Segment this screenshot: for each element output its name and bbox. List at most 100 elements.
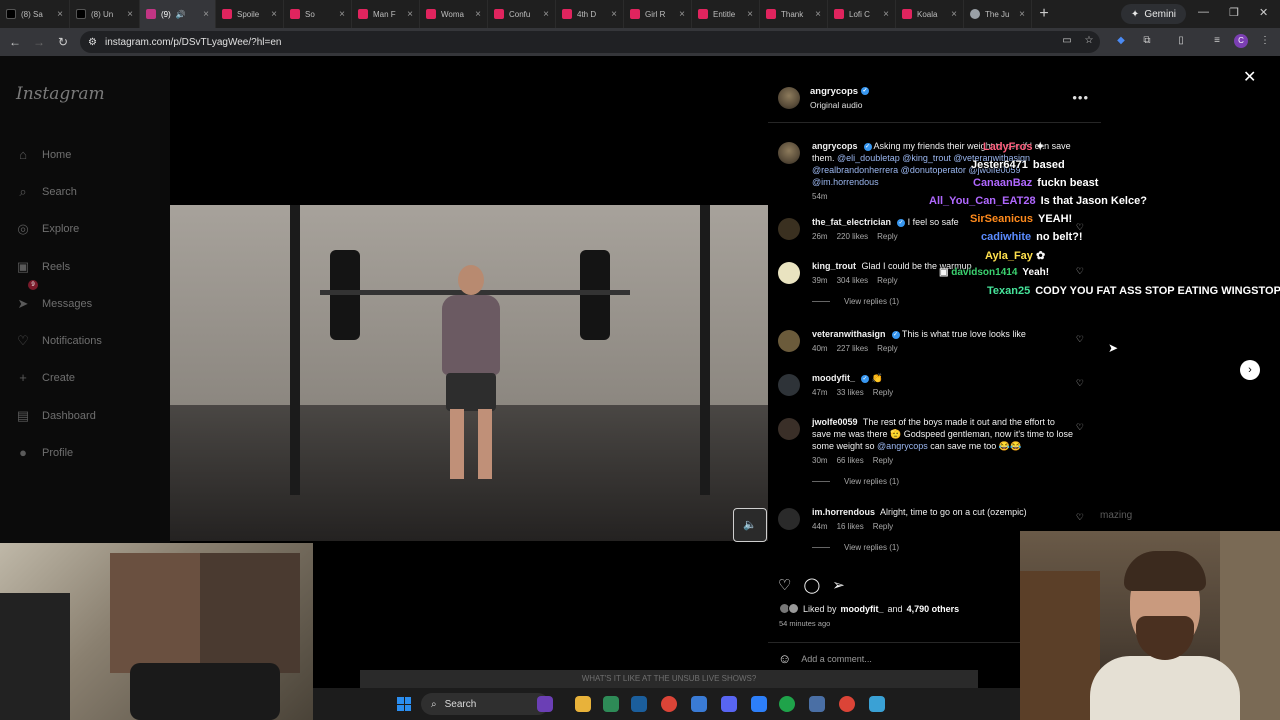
avatar[interactable]: [778, 262, 800, 284]
emoji-icon[interactable]: ☺: [778, 651, 791, 666]
reply-button[interactable]: Reply: [877, 344, 897, 353]
comment-likes[interactable]: 66 likes: [837, 456, 864, 465]
reply-button[interactable]: Reply: [873, 522, 893, 531]
chrome-icon[interactable]: [839, 696, 855, 712]
steam-icon[interactable]: [631, 696, 647, 712]
browser-tab[interactable]: Confu ×: [488, 0, 556, 28]
browser-tab[interactable]: (8) Sa ×: [0, 0, 70, 28]
browser-tab[interactable]: 4th D ×: [556, 0, 624, 28]
browser-tab-active[interactable]: (9) 🔊 ×: [140, 0, 216, 28]
avatar[interactable]: [778, 508, 800, 530]
avatar[interactable]: [778, 418, 800, 440]
comment-username[interactable]: moodyfit_: [812, 373, 855, 383]
comment-likes[interactable]: 16 likes: [837, 522, 864, 531]
liked-by-others[interactable]: 4,790 others: [907, 604, 960, 614]
liked-by-user[interactable]: moodyfit_: [841, 604, 884, 614]
address-bar[interactable]: ⚙ instagram.com/p/DSvTLyagWee/?hl=en: [80, 31, 1100, 53]
comment-mention[interactable]: @angrycops: [877, 441, 928, 451]
back-icon[interactable]: ←: [3, 35, 27, 49]
extensions-puzzle-icon[interactable]: ⧉: [1140, 35, 1154, 49]
avatar[interactable]: [778, 330, 800, 352]
app-icon[interactable]: [809, 696, 825, 712]
nav-item-explore[interactable]: ◎ Explore: [16, 211, 102, 248]
close-tab-icon[interactable]: ×: [407, 9, 413, 20]
reply-button[interactable]: Reply: [873, 388, 893, 397]
chrome-icon[interactable]: [661, 696, 677, 712]
comment-likes[interactable]: 33 likes: [837, 388, 864, 397]
reply-button[interactable]: Reply: [873, 456, 893, 465]
close-tab-icon[interactable]: ×: [127, 9, 133, 20]
comment-icon[interactable]: ◯: [803, 576, 820, 594]
nav-item-notifications[interactable]: ♡ Notifications: [16, 322, 102, 359]
like-comment-icon[interactable]: ♡: [1076, 422, 1084, 433]
maximize-icon[interactable]: ❐: [1229, 6, 1239, 19]
view-replies-label[interactable]: View replies (1): [844, 543, 899, 552]
close-tab-icon[interactable]: ×: [611, 9, 617, 20]
avatar[interactable]: [778, 218, 800, 240]
close-tab-icon[interactable]: ×: [815, 9, 821, 20]
close-tab-icon[interactable]: ×: [203, 9, 209, 20]
window-close-icon[interactable]: ✕: [1259, 6, 1268, 19]
browser-tab[interactable]: Man F ×: [352, 0, 420, 28]
install-app-icon[interactable]: ▭: [1060, 35, 1074, 49]
comment-likes[interactable]: 220 likes: [837, 232, 869, 241]
audio-playing-icon[interactable]: 🔊: [176, 10, 186, 19]
close-tab-icon[interactable]: ×: [1019, 9, 1025, 20]
volume-icon[interactable]: 🔈: [733, 508, 767, 542]
avatar[interactable]: [778, 142, 800, 164]
like-comment-icon[interactable]: ♡: [1076, 266, 1084, 277]
browser-tab[interactable]: The Ju ×: [964, 0, 1032, 28]
close-tab-icon[interactable]: ×: [271, 9, 277, 20]
comment-username[interactable]: king_trout: [812, 261, 856, 271]
comment-likes[interactable]: 304 likes: [837, 276, 869, 285]
post-author-name[interactable]: angrycops: [810, 86, 858, 97]
forward-icon[interactable]: →: [27, 35, 51, 49]
file-explorer-icon[interactable]: [575, 696, 591, 712]
browser-tab[interactable]: Thank ×: [760, 0, 828, 28]
close-tab-icon[interactable]: ×: [679, 9, 685, 20]
windows-start-icon[interactable]: [397, 697, 411, 711]
view-replies-button[interactable]: View replies (1): [812, 477, 1096, 486]
gemini-button[interactable]: ✦ Gemini: [1120, 4, 1186, 24]
close-tab-icon[interactable]: ×: [883, 9, 889, 20]
browser-tab[interactable]: Entitle ×: [692, 0, 760, 28]
close-tab-icon[interactable]: ×: [339, 9, 345, 20]
comment-input[interactable]: Add a comment...: [801, 654, 872, 664]
likes-summary[interactable]: Liked by moodyfit_ and 4,790 others: [779, 603, 959, 614]
app-icon[interactable]: [869, 696, 885, 712]
audio-label[interactable]: Original audio: [810, 100, 869, 110]
share-icon[interactable]: ➢: [832, 576, 845, 594]
close-tab-icon[interactable]: ×: [747, 9, 753, 20]
like-comment-icon[interactable]: ♡: [1076, 378, 1084, 389]
nav-item-profile[interactable]: ● Profile: [16, 434, 102, 471]
like-comment-icon[interactable]: ♡: [1076, 334, 1084, 345]
chrome-icon[interactable]: [779, 696, 795, 712]
browser-tab[interactable]: (8) Un ×: [70, 0, 140, 28]
next-post-icon[interactable]: ›: [1240, 360, 1260, 380]
video-frame[interactable]: [170, 205, 768, 541]
site-info-icon[interactable]: ⚙: [88, 37, 97, 48]
comment-username[interactable]: veteranwithasign: [812, 329, 886, 339]
app-icon[interactable]: [603, 696, 619, 712]
close-tab-icon[interactable]: ×: [475, 9, 481, 20]
comment-username[interactable]: the_fat_electrician: [812, 217, 891, 227]
comment-likes[interactable]: 227 likes: [837, 344, 869, 353]
extension-icon[interactable]: ◆: [1114, 35, 1128, 49]
post-author[interactable]: angrycops ✓: [810, 86, 870, 97]
app-icon[interactable]: [537, 696, 553, 712]
browser-tab[interactable]: So ×: [284, 0, 352, 28]
close-icon[interactable]: ✕: [1243, 67, 1256, 87]
caption-username[interactable]: angrycops: [812, 141, 858, 151]
browser-tab[interactable]: Spoile ×: [216, 0, 284, 28]
nav-item-create[interactable]: + Create: [16, 360, 102, 397]
nav-item-search[interactable]: ⌕ Search: [16, 173, 102, 210]
view-replies-label[interactable]: View replies (1): [844, 297, 899, 306]
close-tab-icon[interactable]: ×: [951, 9, 957, 20]
new-tab-button[interactable]: +: [1032, 5, 1056, 23]
browser-menu-icon[interactable]: ⋮: [1258, 35, 1272, 49]
avatar[interactable]: [778, 87, 800, 109]
reply-button[interactable]: Reply: [877, 276, 897, 285]
comment-username[interactable]: im.horrendous: [812, 507, 875, 517]
more-options-icon[interactable]: •••: [1072, 90, 1089, 105]
url-text[interactable]: instagram.com/p/DSvTLyagWee/?hl=en: [105, 37, 281, 48]
